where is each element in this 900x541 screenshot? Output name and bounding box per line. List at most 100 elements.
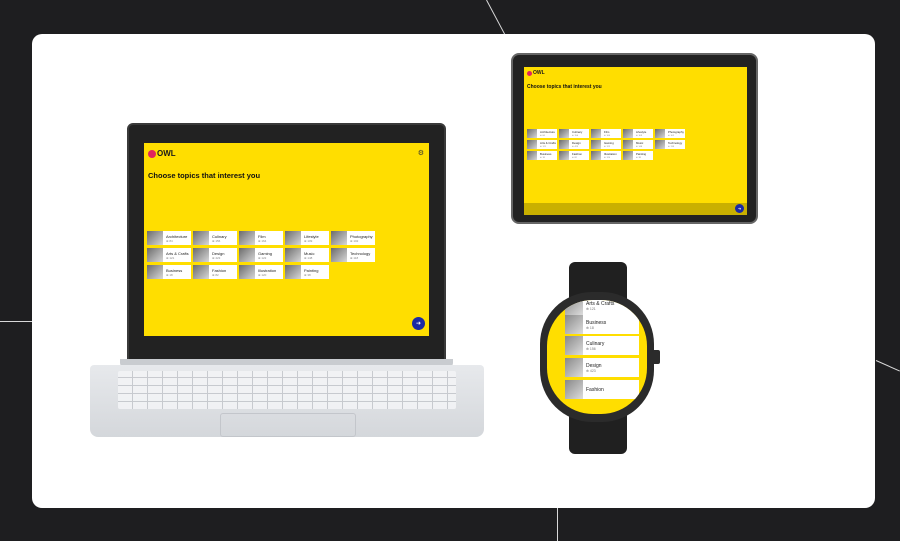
decorative-line-right [875,360,900,372]
topic-count: ⊕ 38 [304,272,311,277]
topic-thumbnail [193,248,209,262]
topic-info: Lifestyle ⊕ 109 [633,130,646,137]
topic-info: Business ⊕ 18 [537,152,551,159]
topic-count: ⊕ 84 [166,238,173,243]
page-title: Choose topics that interest you [527,84,602,90]
topic-thumbnail [591,151,601,160]
watch-topic-item[interactable]: Arts & Crafts ⊕ 121 [565,300,639,315]
topic-thumbnail [559,129,569,138]
topic-count: ⊕ 121 [166,255,175,260]
topic-thumbnail [565,380,583,399]
topic-tile[interactable]: Film ⊕ 164 [239,231,283,245]
topic-thumbnail [527,151,537,160]
topic-thumbnail [623,140,633,149]
topic-info: Culinary ⊕ 156 [569,130,582,137]
topic-info: Illustration ⊕ 120 [601,152,617,159]
topic-count: ⊕ 423 [572,146,579,148]
topic-count: ⊕ 102 [668,135,675,137]
topic-tile[interactable]: Culinary ⊕ 156 [559,129,589,138]
watch-topic-item[interactable]: Culinary ⊕ 156 [565,336,639,355]
topic-info: Architecture ⊕ 84 [163,234,187,243]
decorative-line-bottom [557,508,558,541]
topic-tile[interactable]: Fashion ⊕ 82 [193,265,237,279]
topic-count: ⊕ 156 [586,346,596,351]
topic-thumbnail [655,140,665,149]
watch-topic-item[interactable]: Business ⊕ 18 [565,315,639,334]
topic-tile[interactable]: Music ⊕ 148 [623,140,653,149]
topic-count: ⊕ 121 [540,146,547,148]
topic-tile[interactable]: Architecture ⊕ 84 [527,129,557,138]
watch-crown[interactable] [652,350,660,364]
topic-info: Gaming ⊕ 122 [601,141,614,148]
topic-tile[interactable]: Business ⊕ 18 [527,151,557,160]
topic-count: ⊕ 148 [636,146,643,148]
watch-screen: Arts & Crafts ⊕ 121 Business ⊕ 18 Culinary ⊕ … [547,300,647,414]
topic-tile[interactable]: Photography ⊕ 102 [655,129,685,138]
next-icon[interactable]: ➜ [412,317,425,330]
topic-tile[interactable]: Film ⊕ 164 [591,129,621,138]
topic-thumbnail [147,248,163,262]
topic-thumbnail [239,248,255,262]
topic-tile[interactable]: Illustration ⊕ 120 [591,151,621,160]
topic-name: Fashion [586,386,604,393]
topic-info: Design ⊕ 423 [569,141,581,148]
topic-info: Fashion [583,387,604,393]
topic-tile[interactable]: Music ⊕ 148 [285,248,329,262]
laptop-base [90,365,484,437]
watch-topic-item[interactable]: Design ⊕ 423 [565,358,639,377]
topic-info: Fashion ⊕ 82 [569,152,582,159]
trackpad [220,413,356,437]
topic-thumbnail [565,300,583,315]
topic-info: Design ⊕ 423 [583,363,602,373]
topic-info: Culinary ⊕ 156 [209,234,227,243]
topic-thumbnail [193,265,209,279]
topic-count: ⊕ 122 [258,255,267,260]
topic-count: ⊕ 120 [258,272,267,277]
next-icon[interactable]: ➜ [735,204,744,213]
topic-count: ⊕ 18 [540,157,545,159]
topic-tile[interactable]: Arts & Crafts ⊕ 121 [527,140,557,149]
topic-tile[interactable]: Business ⊕ 18 [147,265,191,279]
topic-tile[interactable]: Painting ⊕ 38 [285,265,329,279]
topic-info: Arts & Crafts ⊕ 121 [583,301,614,311]
watch-topic-item[interactable]: Fashion [565,380,639,399]
topic-thumbnail [285,265,301,279]
topic-info: Painting ⊕ 38 [633,152,646,159]
topic-tile[interactable]: Gaming ⊕ 122 [591,140,621,149]
topic-tile[interactable]: Fashion ⊕ 82 [559,151,589,160]
decorative-line-top [486,0,506,36]
topic-tile[interactable]: Architecture ⊕ 84 [147,231,191,245]
topic-info: Gaming ⊕ 122 [255,251,272,260]
topic-tile[interactable]: Arts & Crafts ⊕ 121 [147,248,191,262]
topic-info: Film ⊕ 164 [255,234,266,243]
tablet-nav-bar [524,203,747,215]
topic-tile[interactable]: Lifestyle ⊕ 109 [623,129,653,138]
topic-info: Photography ⊕ 102 [347,234,373,243]
topic-tile[interactable]: Gaming ⊕ 122 [239,248,283,262]
topic-tile[interactable]: Painting ⊕ 38 [623,151,653,160]
page-title: Choose topics that interest you [148,171,261,180]
topic-count: ⊕ 82 [212,272,219,277]
topic-thumbnail [559,140,569,149]
topic-info: Design ⊕ 423 [209,251,224,260]
topic-thumbnail [147,265,163,279]
topic-tile[interactable]: Lifestyle ⊕ 109 [285,231,329,245]
watch-device: Arts & Crafts ⊕ 121 Business ⊕ 18 Culinary ⊕ … [538,262,660,454]
topic-tile[interactable]: Technology ⊕ 118 [331,248,375,262]
topic-tile[interactable]: Photography ⊕ 102 [331,231,375,245]
topic-tile[interactable]: Design ⊕ 423 [193,248,237,262]
tablet-screen: OWL Choose topics that interest you Arch… [524,67,747,215]
topic-thumbnail [193,231,209,245]
topic-grid: Architecture ⊕ 84 Culinary ⊕ 156 Film ⊕ 164 Li… [527,129,685,160]
topic-info: Arts & Crafts ⊕ 121 [537,141,556,148]
topic-thumbnail [527,140,537,149]
topic-tile[interactable]: Illustration ⊕ 120 [239,265,283,279]
gear-icon[interactable]: ⚙ [418,149,424,157]
topic-tile[interactable]: Design ⊕ 423 [559,140,589,149]
topic-grid: Architecture ⊕ 84 Culinary ⊕ 156 Film ⊕ 164 Li… [147,231,375,279]
topic-tile[interactable]: Culinary ⊕ 156 [193,231,237,245]
topic-count: ⊕ 156 [572,135,579,137]
owl-logo-icon [527,70,532,76]
topic-tile[interactable]: Technology ⊕ 118 [655,140,685,149]
topic-count: ⊕ 156 [212,238,221,243]
